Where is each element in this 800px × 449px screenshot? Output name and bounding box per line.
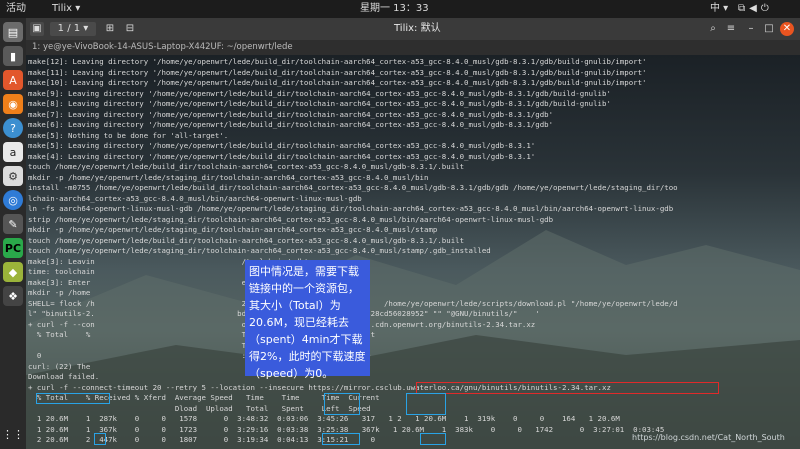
show-apps-icon[interactable]: ⋮⋮ <box>2 424 24 444</box>
amazon-icon[interactable]: a <box>3 142 23 162</box>
terminal-line: make[3]: Enter e/toolchain/binutils' <box>28 277 336 287</box>
total-column-highlight <box>36 393 110 404</box>
android-studio-icon[interactable]: ◆ <box>3 262 23 282</box>
terminal-line: strip /home/ye/openwrt/lede/staging_dir/… <box>28 214 554 224</box>
current-speed-column-highlight <box>406 393 446 415</box>
input-method-indicator[interactable]: 中 ▾ <box>710 0 728 18</box>
terminal-line: curl: (22) The <box>28 361 242 371</box>
terminal-line: % Total % Time Time Time Current <box>28 330 376 339</box>
speed-value-highlight <box>420 433 446 445</box>
terminal-line: touch /home/ye/openwrt/lede/build_dir/to… <box>28 235 465 245</box>
terminal-line: make[3]: Leavin /toolchain/gdb' <box>28 256 309 266</box>
terminal-line: make[11]: Leaving directory '/home/ye/op… <box>28 67 647 77</box>
terminal-line: ln -fs aarch64-openwrt-linux-musl-gdb /h… <box>28 204 674 213</box>
terminal-line: mkdir -p /home <box>28 288 242 297</box>
volume-icon[interactable]: ◀ <box>749 3 761 14</box>
add-terminal-right-icon[interactable]: ⊞ <box>102 22 118 36</box>
network-icon[interactable]: ⧉ <box>738 3 749 14</box>
dock: ▤ ▮ A ◉ ? a ⚙ ◎ ✎ PC ◆ ❖ ⋮⋮ <box>0 18 26 449</box>
system-tray[interactable]: ⧉◀⏻ <box>738 0 773 18</box>
help-icon[interactable]: ? <box>3 118 23 138</box>
terminal-line: l" "binutils-2. bd568528135be734df3fabf8… <box>28 309 540 318</box>
terminal-line: mkdir -p /home/ye/openwrt/lede/staging_d… <box>28 225 438 234</box>
tilix-header-bar: ▣ 1 / 1 ▾ ⊞ ⊟ Tilix: 默认 ⌕ ≡ – □ ✕ <box>26 18 800 40</box>
wine-icon[interactable]: ❖ <box>3 286 23 306</box>
terminal-line: + curl -f --con on --insecure https://so… <box>28 319 536 329</box>
terminal-icon[interactable]: ▮ <box>3 46 23 66</box>
terminal-line: make[5]: Nothing to be done for 'all-tar… <box>28 130 229 140</box>
terminal-line: make[4]: Leaving directory '/home/ye/ope… <box>28 151 536 161</box>
terminal-line: Download failed. <box>28 372 100 381</box>
terminal-line: make[9]: Leaving directory '/home/ye/ope… <box>28 88 611 98</box>
terminal-line: time: toolchain <box>28 267 242 276</box>
app-menu[interactable]: Tilix ▾ <box>52 0 80 18</box>
top-bar: 活动 Tilix ▾ 星期一 13：33 中 ▾ ⧉◀⏻ <box>0 0 800 18</box>
menu-icon[interactable]: ≡ <box>724 22 738 36</box>
terminal-line: make[5]: Leaving directory '/home/ye/ope… <box>28 141 536 150</box>
terminal-line: 0 :--:-- 0:00:06 --:--:-- 0 <box>28 351 371 360</box>
terminal-line: install -m0755 /home/ye/openwrt/lede/bui… <box>28 183 678 192</box>
percent-received-highlight <box>94 433 106 445</box>
spent-value-highlight <box>322 433 360 445</box>
terminal-line: Total Spent Left Speed <box>28 340 367 350</box>
terminal-line: make[10]: Leaving directory '/home/ye/op… <box>28 78 647 87</box>
annotation-callout: 图中情况是，需要下载链接中的一个资源包，其大小（Total）为20.6M，现已经… <box>245 260 370 380</box>
terminal-line: touch /home/ye/openwrt/lede/build_dir/to… <box>28 162 465 171</box>
close-icon[interactable]: ✕ <box>780 22 794 36</box>
terminal-line: make[8]: Leaving directory '/home/ye/ope… <box>28 99 611 108</box>
text-editor-icon[interactable]: ✎ <box>3 214 23 234</box>
chrome-icon[interactable]: ◎ <box>3 190 23 210</box>
maximize-icon[interactable]: □ <box>762 22 776 36</box>
terminal-view[interactable]: make[12]: Leaving directory '/home/ye/op… <box>26 55 800 449</box>
terminal-tab-path[interactable]: 1: ye@ye-VivoBook-14-ASUS-Laptop-X442UF:… <box>26 40 800 55</box>
new-session-icon[interactable]: ▣ <box>30 22 44 36</box>
firefox-icon[interactable]: ◉ <box>3 94 23 114</box>
terminal-line: lchain-aarch64_cortex-a53_gcc-8.4.0_musl… <box>28 193 362 203</box>
terminal-line: make[6]: Leaving directory '/home/ye/ope… <box>28 120 554 129</box>
search-icon[interactable]: ⌕ <box>706 22 720 36</box>
time-spent-column-highlight <box>324 393 360 415</box>
terminal-line: mkdir -p /home/ye/openwrt/lede/staging_d… <box>28 172 429 182</box>
window-title: Tilix: 默认 <box>394 23 441 34</box>
watermark: https://blog.csdn.net/Cat_North_South <box>632 433 785 442</box>
pycharm-icon[interactable]: PC <box>3 238 23 258</box>
terminal-line: 1 20.6M 1 287k 0 0 1578 0 3:48:32 0:03:0… <box>28 414 620 423</box>
files-icon[interactable]: ▤ <box>3 22 23 42</box>
power-icon[interactable]: ⏻ <box>761 3 773 14</box>
terminal-line: make[12]: Leaving directory '/home/ye/op… <box>28 57 647 66</box>
tab-counter-button[interactable]: 1 / 1 ▾ <box>50 22 96 36</box>
clock[interactable]: 星期一 13：33 <box>360 0 429 18</box>
terminal-line: touch /home/ye/openwrt/lede/staging_dir/… <box>28 246 491 255</box>
add-terminal-down-icon[interactable]: ⊟ <box>122 22 138 36</box>
app-store-icon[interactable]: A <box>3 70 23 90</box>
activities-button[interactable]: 活动 <box>6 0 26 18</box>
minimize-icon[interactable]: – <box>744 22 758 36</box>
terminal-line: make[7]: Leaving directory '/home/ye/ope… <box>28 109 554 119</box>
settings-icon[interactable]: ⚙ <box>3 166 23 186</box>
url-highlight-box <box>416 382 719 394</box>
terminal-line: SHELL= flock /h 2.34.tar.xz.flock -c ' /… <box>28 298 678 308</box>
